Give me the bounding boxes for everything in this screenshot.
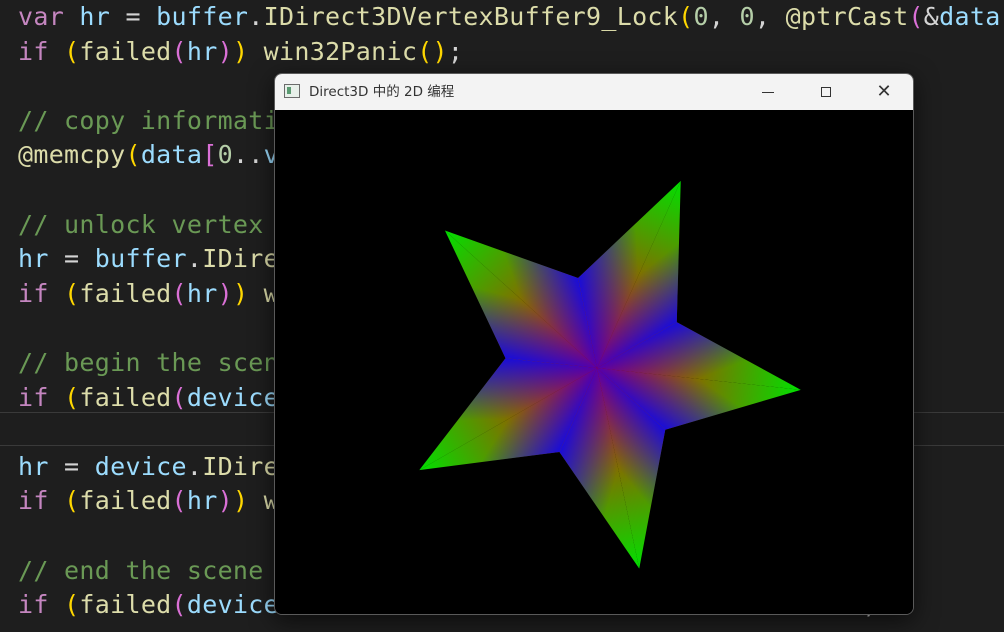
code-line[interactable]: @memcpy(data[0..ve [18, 138, 294, 173]
code-line[interactable]: var hr = buffer.IDirect3DVertexBuffer9_L… [18, 0, 1004, 35]
maximize-icon [821, 87, 831, 97]
code-token: . [248, 2, 264, 31]
code-line[interactable]: if (failed(hr)) win32Panic(); [18, 35, 463, 70]
code-token: ) [232, 486, 249, 516]
code-token: ) [217, 278, 233, 308]
code-token: buffer [156, 2, 249, 31]
code-token: hr [18, 451, 49, 481]
code-token: . [186, 244, 203, 274]
code-token: buffer [94, 244, 187, 274]
code-line[interactable]: if (failed(hr)) wi [18, 277, 294, 312]
code-token: hr [186, 278, 218, 308]
code-token: data [939, 2, 1001, 31]
code-token: = [110, 2, 157, 31]
code-token: failed [79, 590, 172, 620]
code-token: failed [79, 36, 172, 66]
code-token: device [94, 451, 187, 481]
code-token: ( [125, 140, 141, 170]
code-token: ) [217, 36, 233, 66]
code-token: if [18, 382, 65, 412]
code-token: ( [64, 36, 80, 66]
code-line[interactable]: // end the scene [18, 554, 264, 589]
code-token: ) [217, 486, 233, 516]
code-token: ) [1001, 2, 1004, 31]
code-token: ( [171, 36, 187, 66]
code-token: () [417, 36, 448, 66]
close-icon: ✕ [876, 81, 892, 102]
code-token: . [186, 451, 203, 481]
code-token: hr [79, 2, 111, 31]
code-line[interactable]: // unlock vertex b [18, 208, 294, 243]
code-token: hr [186, 36, 218, 66]
code-token: & [923, 2, 940, 31]
code-token: ) [232, 278, 249, 308]
app-window-icon [284, 84, 300, 98]
code-token: ( [64, 590, 80, 620]
code-token: = [48, 451, 95, 481]
star-graphic [419, 180, 801, 569]
code-token: ( [908, 2, 924, 31]
minimize-icon [762, 91, 774, 93]
code-token: 0 [693, 2, 709, 31]
maximize-button[interactable] [797, 74, 855, 110]
code-token: hr [186, 486, 218, 516]
code-token: .. [232, 140, 264, 170]
window-titlebar[interactable]: Direct3D 中的 2D 编程 ✕ [275, 74, 913, 110]
code-token: hr [18, 244, 49, 274]
code-token: ; [447, 36, 464, 66]
code-token: var [18, 2, 80, 31]
code-token: failed [79, 486, 172, 516]
code-token: // end the scene [18, 555, 264, 585]
code-token: ( [171, 590, 187, 620]
code-token: @ptrCast [785, 2, 909, 31]
code-token: ( [64, 382, 80, 412]
minimize-button[interactable] [739, 74, 797, 110]
code-token: failed [79, 382, 172, 412]
direct3d-window[interactable]: Direct3D 中的 2D 编程 ✕ [274, 73, 914, 615]
code-token: [ [202, 140, 218, 170]
code-token: win32Panic [263, 36, 418, 66]
code-token: device [186, 382, 279, 412]
code-token: 0 [217, 140, 233, 170]
code-token: ( [64, 278, 80, 308]
code-token: if [18, 278, 65, 308]
close-button[interactable]: ✕ [855, 74, 913, 110]
render-canvas[interactable] [275, 110, 913, 614]
code-token: if [18, 590, 65, 620]
code-token: if [18, 486, 65, 516]
code-token: IDirect3DVertexBuffer9_Lock [263, 2, 679, 31]
code-token: device [186, 590, 279, 620]
code-token: ( [64, 486, 80, 516]
code-token: ( [171, 382, 187, 412]
code-token: if [18, 36, 65, 66]
code-token: failed [79, 278, 172, 308]
code-line[interactable]: hr = buffer.IDirec [18, 242, 294, 277]
code-token: ( [171, 278, 187, 308]
code-token: // begin the scene [18, 348, 295, 377]
code-line[interactable]: // begin the scene [18, 346, 294, 381]
window-title: Direct3D 中的 2D 编程 [309, 84, 455, 100]
code-token: // copy informati [18, 105, 279, 135]
code-token: = [48, 244, 95, 274]
code-token: // unlock vertex b [18, 209, 295, 239]
code-line[interactable]: // copy informati [18, 104, 279, 139]
code-token: ) [232, 36, 249, 66]
code-line[interactable]: if (failed(hr)) wi [18, 484, 294, 519]
code-token: data [140, 140, 203, 170]
code-token: 0 [739, 2, 755, 31]
code-token: , [754, 2, 786, 31]
code-token: @memcpy [18, 140, 126, 170]
code-token: ( [171, 486, 187, 516]
code-token: , [708, 2, 740, 31]
code-token: ( [678, 2, 694, 31]
